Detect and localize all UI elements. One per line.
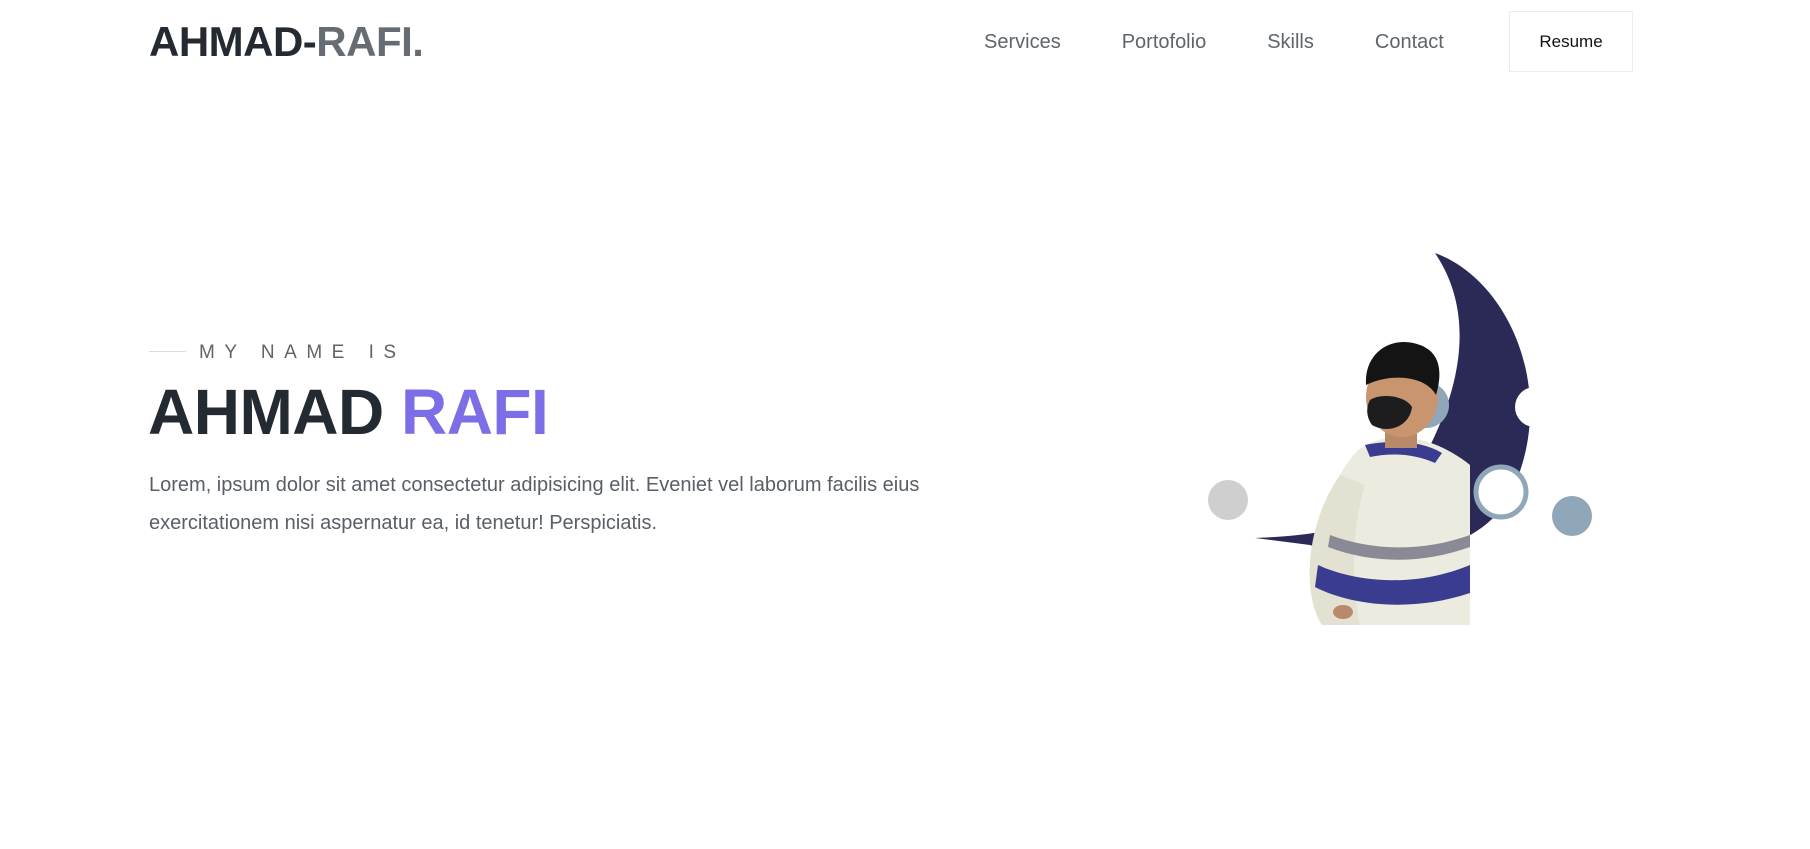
- nav-link-skills[interactable]: Skills: [1267, 30, 1314, 54]
- portrait-with-moon-illustration: [1180, 235, 1620, 635]
- bubble-gray-left: [1208, 480, 1248, 520]
- bubble-blue-right: [1552, 496, 1592, 536]
- hero-name-second: RAFI: [400, 376, 549, 448]
- bubble-white-top: [1515, 387, 1555, 427]
- site-logo[interactable]: AHMAD-RAFI.: [149, 18, 424, 66]
- intro-divider-line: [149, 351, 186, 352]
- intro-label: MY NAME IS: [199, 342, 406, 363]
- main-menu: Services Portofolio Skills Contact: [984, 30, 1444, 54]
- nav-link-portfolio[interactable]: Portofolio: [1122, 30, 1207, 54]
- logo-first-part: AHMAD-: [149, 18, 317, 65]
- nav-link-contact[interactable]: Contact: [1375, 30, 1444, 54]
- hero-name-first: AHMAD: [148, 376, 384, 448]
- nav-link-services[interactable]: Services: [984, 30, 1061, 54]
- navbar: AHMAD-RAFI. Services Portofolio Skills C…: [0, 0, 1810, 84]
- hero-description: Lorem, ipsum dolor sit amet consectetur …: [149, 474, 920, 534]
- bubble-ring: [1473, 464, 1529, 520]
- person-figure: [1309, 341, 1470, 625]
- hero-name: AHMAD RAFI: [148, 376, 549, 448]
- resume-button[interactable]: Resume: [1509, 11, 1633, 72]
- logo-second-part: RAFI.: [316, 18, 424, 65]
